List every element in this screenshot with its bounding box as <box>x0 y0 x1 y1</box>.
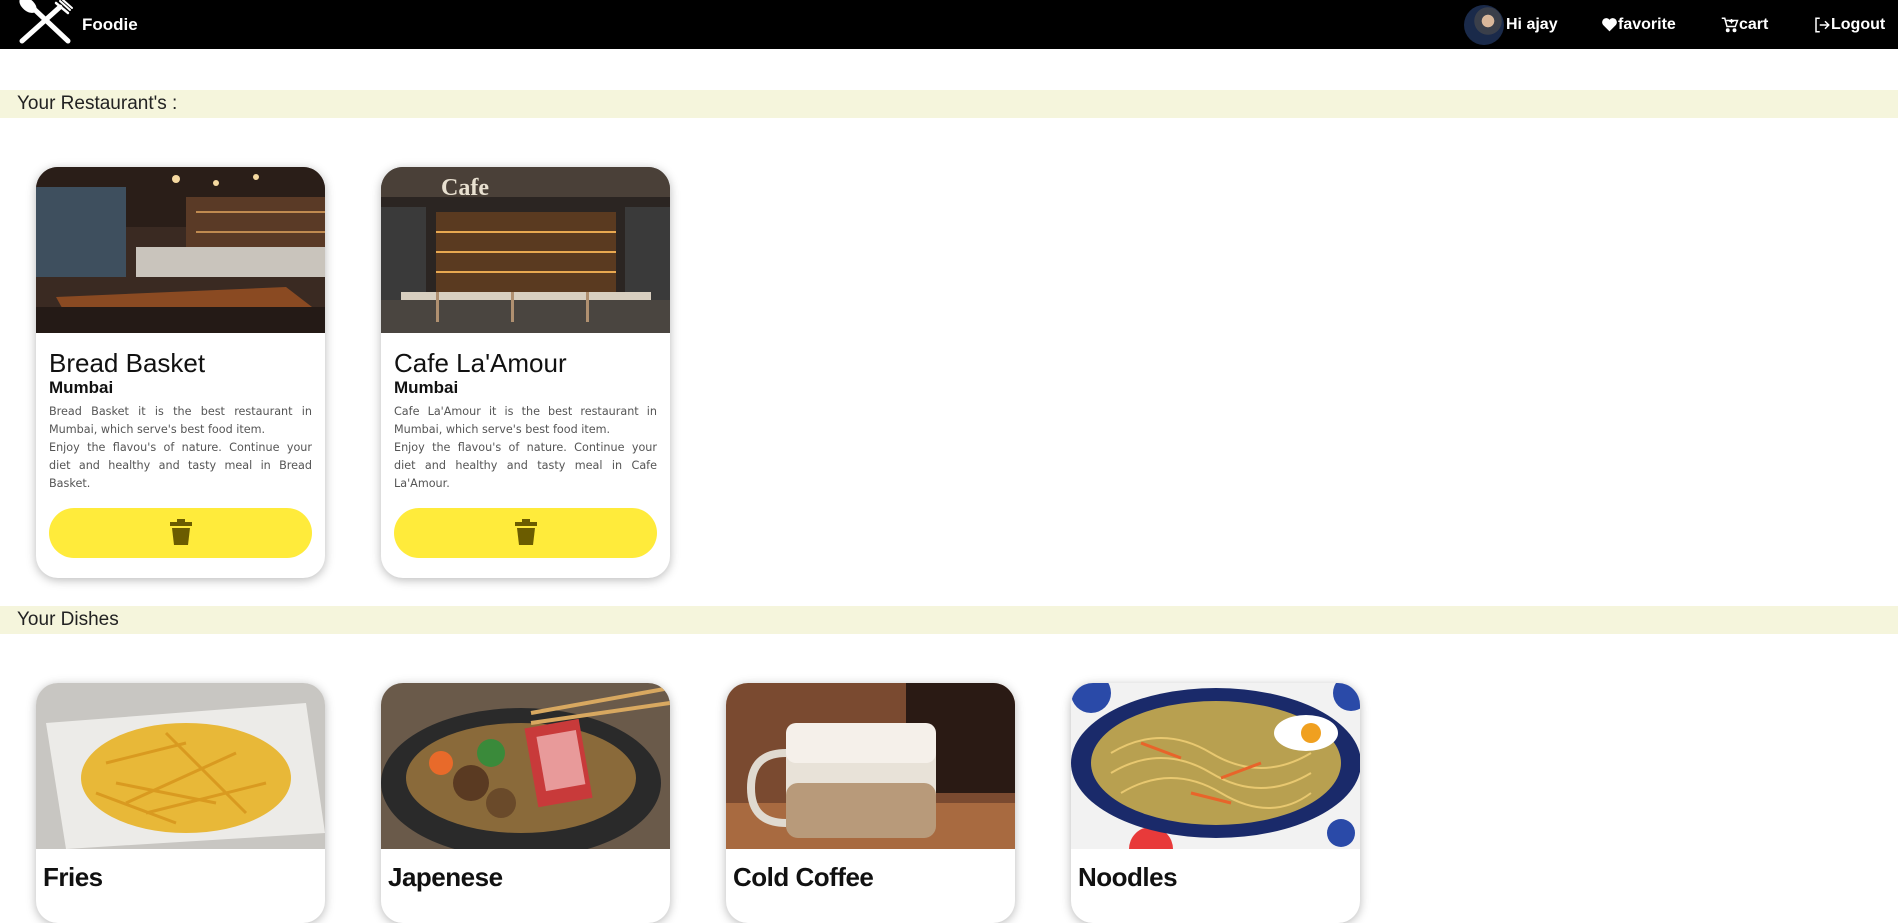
nav-cart[interactable]: cart <box>1721 0 1768 49</box>
dish-name: Japenese <box>388 862 503 892</box>
restaurant-image <box>36 167 325 333</box>
restaurant-description: Cafe La'Amour it is the best restaurant … <box>394 403 657 493</box>
description-line: Bread Basket it is the best restaurant i… <box>49 405 312 436</box>
fork-spoon-logo-icon <box>16 0 80 50</box>
heart-icon <box>1601 17 1618 32</box>
brand-name: Foodie <box>82 14 138 34</box>
description-line: Enjoy the flavou's of nature. Continue y… <box>49 441 312 490</box>
logout-icon <box>1813 16 1831 34</box>
dish-card: Cold Coffee <box>726 683 1015 923</box>
dishes-section-header: Your Dishes <box>0 606 1898 634</box>
restaurant-card: Cafe Cafe La'Amour Mumbai Cafe La'Amour … <box>381 167 670 578</box>
cart-icon <box>1721 16 1739 34</box>
trash-icon <box>514 518 537 548</box>
svg-text:Cafe: Cafe <box>441 175 489 201</box>
restaurant-image: Cafe <box>381 167 670 333</box>
dish-card: Fries <box>36 683 325 923</box>
restaurants-section-header: Your Restaurant's : <box>0 90 1898 118</box>
restaurant-city: Mumbai <box>49 378 114 397</box>
description-line: Cafe La'Amour it is the best restaurant … <box>394 405 657 436</box>
avatar <box>1464 4 1504 45</box>
dish-name: Noodles <box>1078 862 1178 892</box>
dishes-section-title: Your Dishes <box>17 609 119 630</box>
restaurants-section-title: Your Restaurant's : <box>17 93 178 114</box>
restaurant-name: Bread Basket <box>49 348 206 378</box>
nav-favorite[interactable]: favorite <box>1601 0 1676 49</box>
dish-name: Cold Coffee <box>733 862 874 892</box>
navbar: Foodie Hi ajay favorite cart Logout <box>0 0 1898 49</box>
dish-name: Fries <box>43 862 103 892</box>
greeting-label: Hi ajay <box>1506 15 1558 33</box>
description-line: Enjoy the flavou's of nature. Continue y… <box>394 441 657 490</box>
dish-image <box>726 683 1015 849</box>
logout-label: Logout <box>1831 15 1886 33</box>
user-greeting[interactable]: Hi ajay <box>1464 0 1558 49</box>
dish-image <box>36 683 325 849</box>
dish-image <box>381 683 670 849</box>
delete-restaurant-button[interactable] <box>49 508 312 558</box>
dish-image <box>1071 683 1360 849</box>
delete-restaurant-button[interactable] <box>394 508 657 558</box>
cart-label: cart <box>1739 15 1769 33</box>
trash-icon <box>169 518 192 548</box>
restaurant-city: Mumbai <box>394 378 459 397</box>
dish-card: Noodles <box>1071 683 1360 923</box>
restaurant-card: Bread Basket Mumbai Bread Basket it is t… <box>36 167 325 578</box>
restaurant-name: Cafe La'Amour <box>394 348 567 378</box>
favorite-label: favorite <box>1618 15 1676 33</box>
brand-link[interactable]: Foodie <box>16 0 138 49</box>
dish-card: Japenese <box>381 683 670 923</box>
nav-logout[interactable]: Logout <box>1813 0 1885 49</box>
restaurant-description: Bread Basket it is the best restaurant i… <box>49 403 312 493</box>
